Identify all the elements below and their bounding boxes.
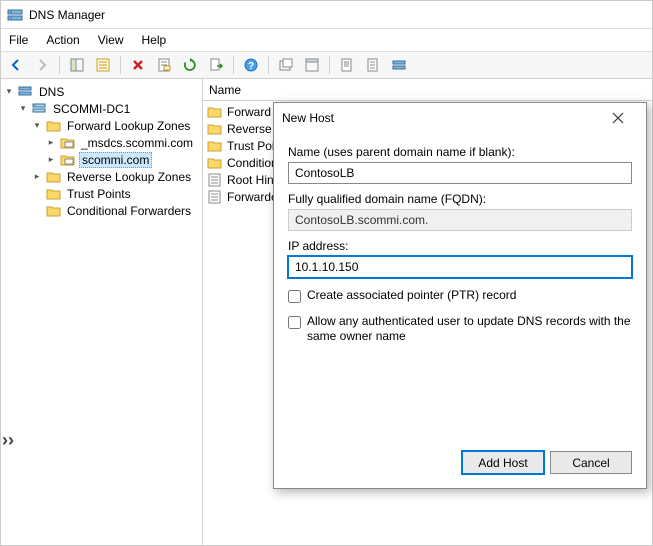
dialog-title: New Host bbox=[282, 111, 334, 125]
new-record-button[interactable] bbox=[362, 54, 384, 76]
dns-app-icon bbox=[7, 7, 23, 23]
folder-icon bbox=[46, 187, 62, 201]
list-column-header[interactable]: Name bbox=[203, 79, 652, 101]
menu-action[interactable]: Action bbox=[46, 33, 79, 47]
expand-icon[interactable]: ▾ bbox=[3, 86, 15, 98]
separator bbox=[120, 56, 121, 74]
title-bar: DNS Manager bbox=[1, 1, 652, 29]
separator bbox=[329, 56, 330, 74]
separator bbox=[233, 56, 234, 74]
expand-icon[interactable]: ▾ bbox=[17, 103, 29, 115]
menu-file[interactable]: File bbox=[9, 33, 28, 47]
folder-icon bbox=[207, 122, 223, 136]
ptr-checkbox[interactable] bbox=[288, 290, 301, 303]
menu-bar: File Action View Help bbox=[1, 29, 652, 51]
tree-label: DNS bbox=[37, 85, 66, 99]
window-title: DNS Manager bbox=[29, 8, 105, 22]
expand-icon[interactable]: ▸ bbox=[45, 137, 57, 149]
server-properties-button[interactable] bbox=[388, 54, 410, 76]
zone-icon bbox=[60, 153, 76, 167]
folder-icon bbox=[207, 139, 223, 153]
tree-conditional-forwarders[interactable]: Conditional Forwarders bbox=[3, 202, 200, 219]
list-icon bbox=[207, 173, 223, 187]
ip-label: IP address: bbox=[288, 239, 632, 253]
server-icon bbox=[32, 102, 48, 116]
menu-help[interactable]: Help bbox=[142, 33, 167, 47]
tree-server[interactable]: ▾ SCOMMI-DC1 bbox=[3, 100, 200, 117]
cancel-button[interactable]: Cancel bbox=[550, 451, 632, 474]
expand-icon[interactable]: ▸ bbox=[31, 171, 43, 183]
properties-pane-button[interactable] bbox=[92, 54, 114, 76]
folder-icon bbox=[207, 105, 223, 119]
help-button[interactable]: ? bbox=[240, 54, 262, 76]
tree-forward-lookup-zones[interactable]: ▾ Forward Lookup Zones bbox=[3, 117, 200, 134]
column-header-name: Name bbox=[209, 83, 241, 97]
folder-icon bbox=[46, 170, 62, 184]
close-button[interactable] bbox=[598, 104, 638, 132]
list-item-label: Condition bbox=[227, 156, 278, 170]
folder-icon bbox=[46, 119, 62, 133]
refresh-button[interactable] bbox=[179, 54, 201, 76]
dialog-title-bar: New Host bbox=[274, 103, 646, 133]
tree-msdcs-zone[interactable]: ▸ _msdcs.scommi.com bbox=[3, 134, 200, 151]
fqdn-label: Fully qualified domain name (FQDN): bbox=[288, 192, 632, 206]
forward-button[interactable] bbox=[31, 54, 53, 76]
expand-spacer bbox=[31, 188, 43, 200]
expand-spacer bbox=[31, 205, 43, 217]
separator bbox=[268, 56, 269, 74]
new-window-button[interactable] bbox=[275, 54, 297, 76]
tree-label: Trust Points bbox=[65, 187, 133, 201]
close-icon bbox=[612, 112, 624, 124]
fqdn-field bbox=[288, 209, 632, 231]
tree-trust-points[interactable]: Trust Points bbox=[3, 185, 200, 202]
export-button[interactable] bbox=[205, 54, 227, 76]
add-host-button[interactable]: Add Host bbox=[462, 451, 544, 474]
dns-icon bbox=[18, 85, 34, 99]
delete-button[interactable] bbox=[127, 54, 149, 76]
tree-scommi-zone[interactable]: ▸ scommi.com bbox=[3, 151, 200, 168]
chevron-handle-icon[interactable]: ›› bbox=[0, 428, 16, 453]
separator bbox=[59, 56, 60, 74]
allow-update-checkbox-label: Allow any authenticated user to update D… bbox=[307, 314, 632, 345]
new-host-dialog: New Host Name (uses parent domain name i… bbox=[273, 102, 647, 489]
filter-button[interactable] bbox=[301, 54, 323, 76]
tree-label: Conditional Forwarders bbox=[65, 204, 193, 218]
show-hide-tree-button[interactable] bbox=[66, 54, 88, 76]
allow-update-checkbox[interactable] bbox=[288, 316, 301, 329]
list-icon bbox=[207, 190, 223, 204]
tree-label: Forward Lookup Zones bbox=[65, 119, 192, 133]
menu-view[interactable]: View bbox=[98, 33, 124, 47]
toolbar: ? bbox=[1, 51, 652, 79]
tree-pane[interactable]: ▾ DNS ▾ SCOMMI-DC1 ▾ Forward Lookup Zone… bbox=[1, 79, 203, 545]
svg-text:?: ? bbox=[248, 61, 254, 72]
allow-update-checkbox-row: Allow any authenticated user to update D… bbox=[288, 314, 632, 345]
tree-root-dns[interactable]: ▾ DNS bbox=[3, 83, 200, 100]
name-field[interactable] bbox=[288, 162, 632, 184]
ptr-checkbox-label: Create associated pointer (PTR) record bbox=[307, 288, 632, 304]
back-button[interactable] bbox=[5, 54, 27, 76]
zone-icon bbox=[60, 136, 76, 150]
tree-label: scommi.com bbox=[79, 152, 152, 168]
tree-label: _msdcs.scommi.com bbox=[79, 136, 195, 150]
properties-button[interactable] bbox=[153, 54, 175, 76]
ptr-checkbox-row: Create associated pointer (PTR) record bbox=[288, 288, 632, 304]
folder-icon bbox=[207, 156, 223, 170]
new-zone-button[interactable] bbox=[336, 54, 358, 76]
dialog-body: Name (uses parent domain name if blank):… bbox=[274, 133, 646, 441]
expand-icon[interactable]: ▾ bbox=[31, 120, 43, 132]
list-item-label: Root Hint bbox=[227, 173, 277, 187]
name-label: Name (uses parent domain name if blank): bbox=[288, 145, 632, 159]
ip-address-field[interactable] bbox=[288, 256, 632, 278]
tree-label: Reverse Lookup Zones bbox=[65, 170, 193, 184]
tree-label: SCOMMI-DC1 bbox=[51, 102, 132, 116]
tree-reverse-lookup-zones[interactable]: ▸ Reverse Lookup Zones bbox=[3, 168, 200, 185]
folder-icon bbox=[46, 204, 62, 218]
expand-icon[interactable]: ▸ bbox=[45, 154, 57, 166]
dialog-buttons: Add Host Cancel bbox=[274, 441, 646, 488]
